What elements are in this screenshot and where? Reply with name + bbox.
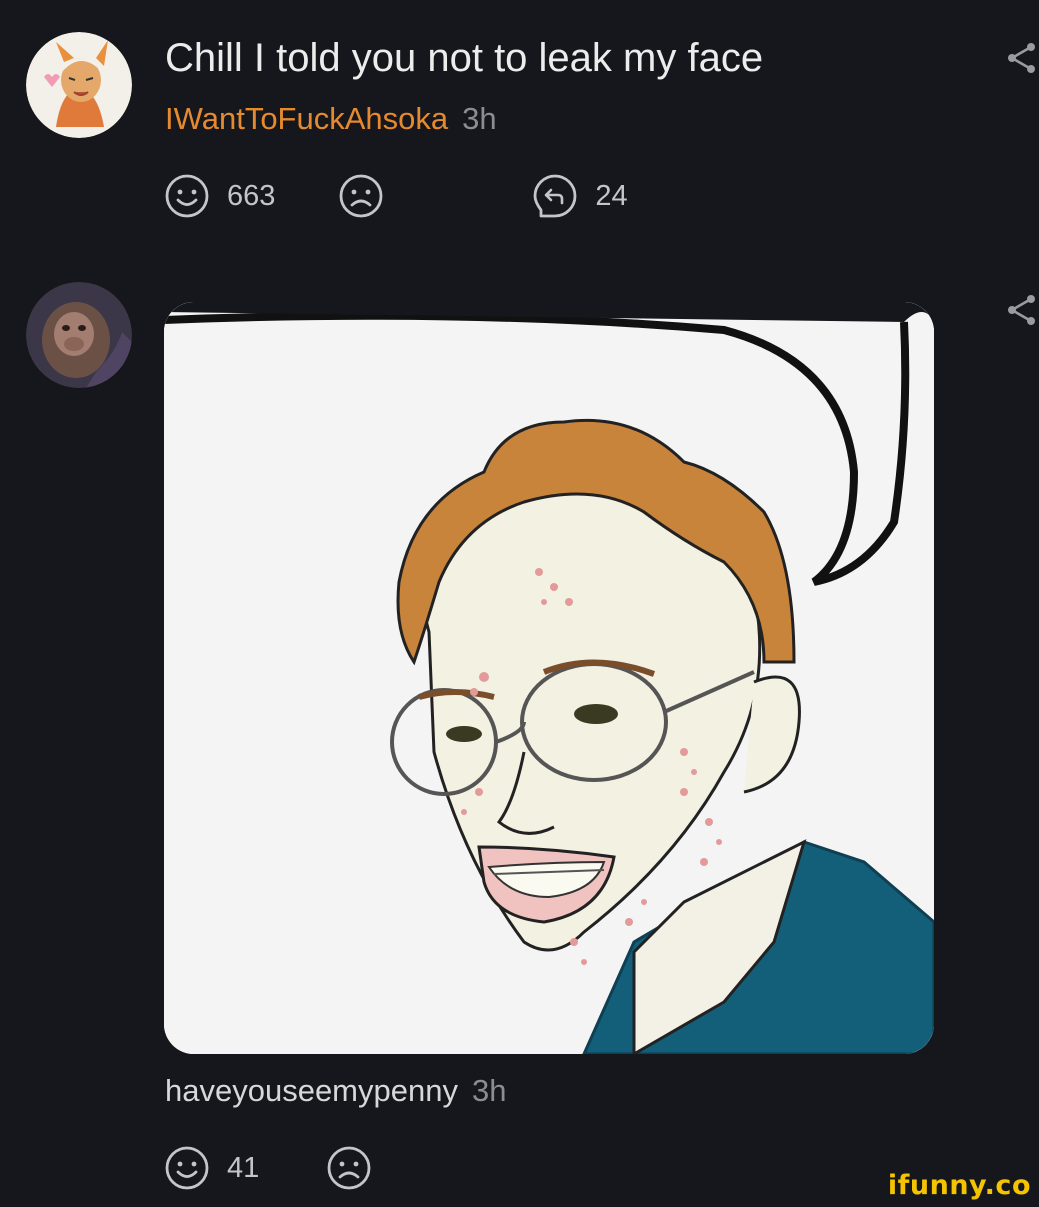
comment-meta: IWantToFuckAhsoka 3h <box>165 100 497 138</box>
timestamp: 3h <box>471 1073 507 1108</box>
username[interactable]: haveyouseemypenny <box>165 1073 458 1108</box>
share-button[interactable] <box>1003 40 1039 76</box>
reply-count: 24 <box>595 179 628 212</box>
avatar[interactable] <box>26 282 132 388</box>
smile-count: 663 <box>227 179 276 212</box>
comment-actions: 41 <box>163 1144 373 1192</box>
comment-image[interactable] <box>164 302 934 1054</box>
comment-1: Chill I told you not to leak my face IWa… <box>0 0 1039 240</box>
share-icon <box>1003 40 1039 76</box>
ifunny-watermark: ifunny.co <box>887 1170 1031 1201</box>
frown-button[interactable] <box>325 1144 373 1192</box>
share-icon <box>1003 292 1039 328</box>
smile-button[interactable]: 41 <box>163 1144 259 1192</box>
reply-icon <box>531 172 579 220</box>
comment-actions: 663 24 <box>163 172 628 220</box>
frown-button[interactable] <box>337 172 385 220</box>
smile-icon <box>163 1144 211 1192</box>
avatar[interactable] <box>26 32 132 138</box>
comment-meta: haveyouseemypenny 3h <box>165 1072 506 1110</box>
share-button[interactable] <box>1003 292 1039 328</box>
frown-icon <box>337 172 385 220</box>
smile-count: 41 <box>227 1151 260 1184</box>
reply-button[interactable]: 24 <box>531 172 628 220</box>
comment-text: Chill I told you not to leak my face <box>165 36 764 80</box>
smile-icon <box>163 172 211 220</box>
timestamp: 3h <box>462 101 497 136</box>
smile-button[interactable]: 663 <box>163 172 275 220</box>
frown-icon <box>325 1144 373 1192</box>
comment-2: haveyouseemypenny 3h 41 <box>0 260 1039 1207</box>
username[interactable]: IWantToFuckAhsoka <box>165 101 448 136</box>
